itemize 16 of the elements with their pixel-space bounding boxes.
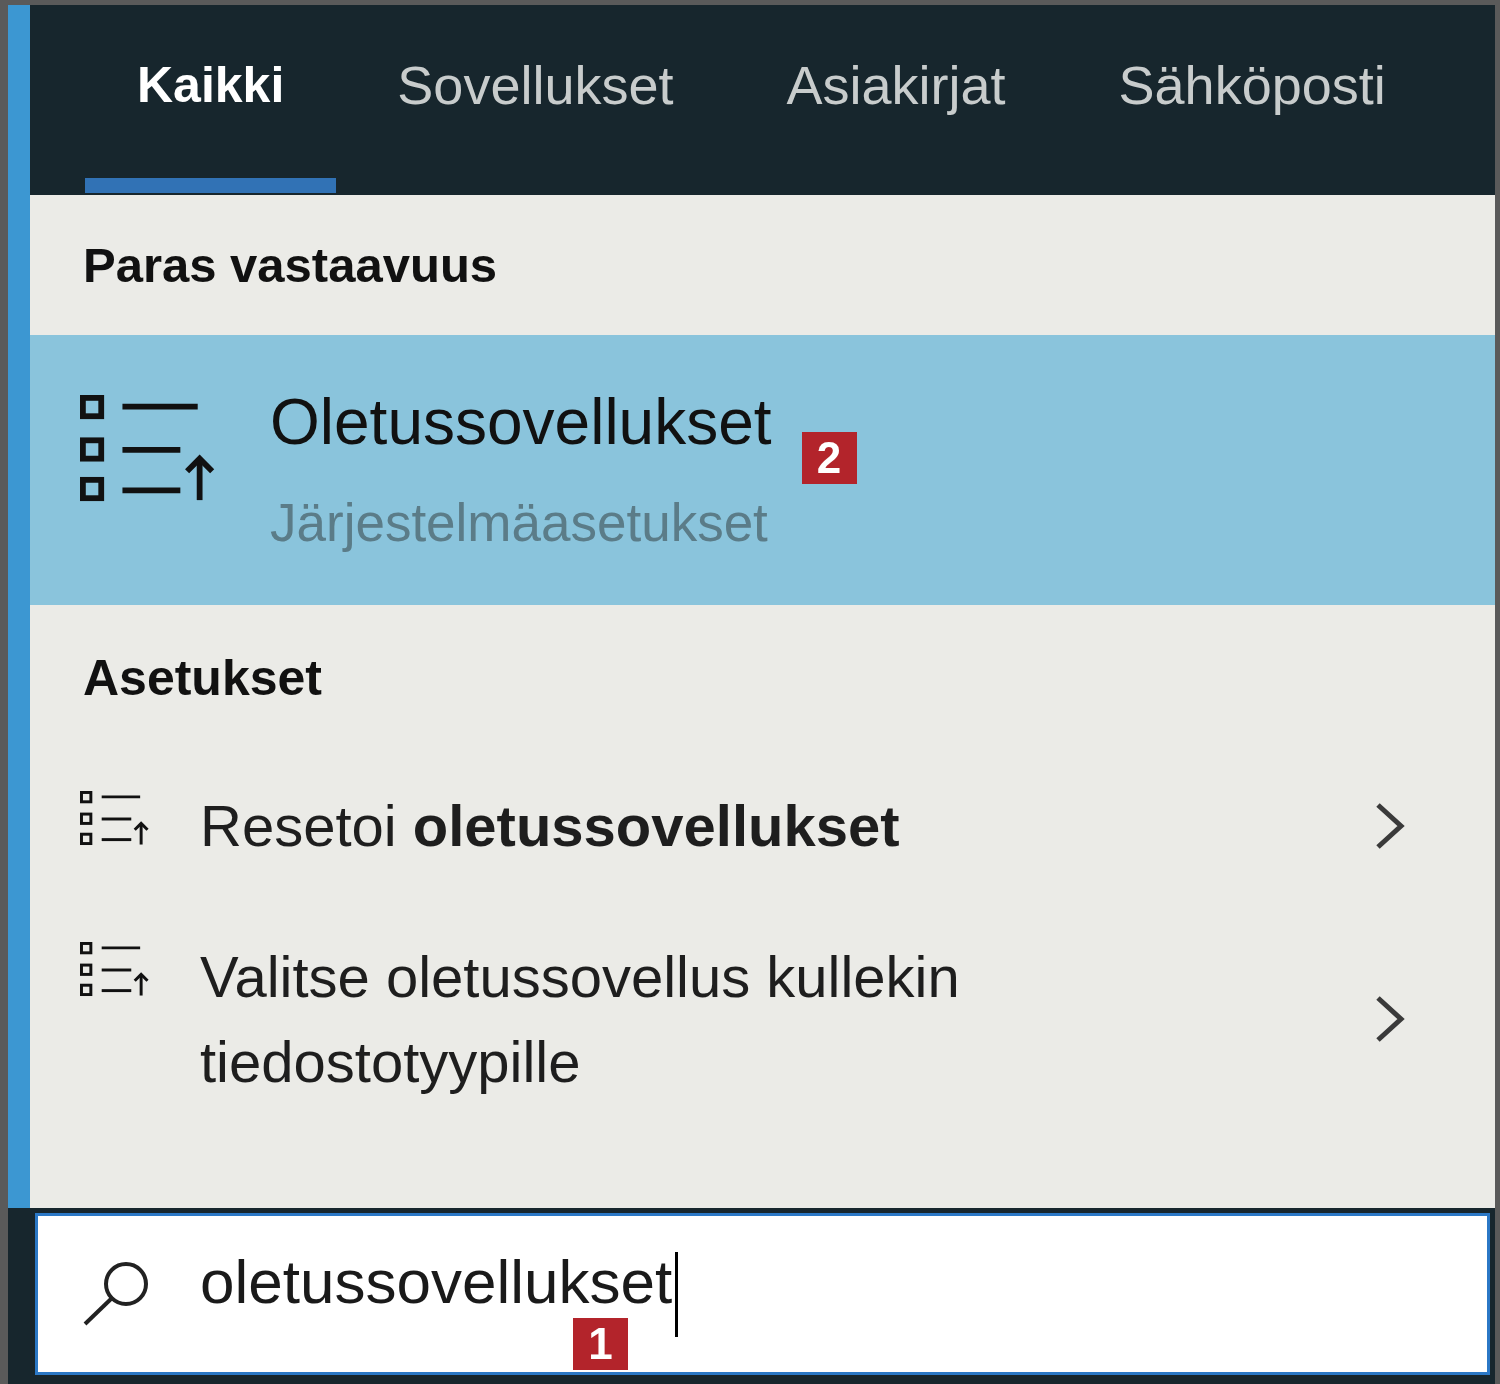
tab[interactable]: Sähköposti [1066, 5, 1438, 193]
chevron-right-icon [1375, 995, 1405, 1043]
tab[interactable]: Sovellukset [345, 5, 726, 193]
step-number-badge: 2 [801, 432, 857, 484]
list-arrow-icon [80, 942, 150, 997]
best-match-item[interactable]: Oletussovellukset 2 Järjestelmäasetukset [30, 335, 1495, 605]
search-icon [82, 1261, 150, 1327]
list-arrow-icon [80, 791, 150, 846]
chevron-right-icon [1375, 801, 1405, 850]
settings-result-item[interactable]: Valitse oletussovellus kullekin tiedostotyypille [30, 901, 1495, 1137]
list-arrow-icon [80, 395, 217, 503]
section-heading: Paras vastaavuus [83, 237, 498, 294]
section-heading: Asetukset [83, 648, 322, 707]
settings-result-item[interactable]: Resetoi oletussovellukset [30, 750, 1495, 901]
step-number-badge: 1 [573, 1318, 628, 1370]
tab[interactable]: Asiakirjat [734, 5, 1058, 193]
